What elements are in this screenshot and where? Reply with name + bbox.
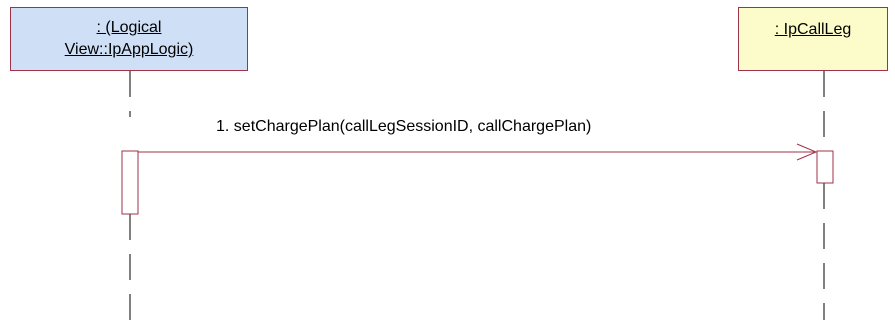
lifeline-app-logic-header: : (Logical View::IpAppLogic) xyxy=(10,7,248,71)
lifeline-call-leg-header: : IpCallLeg xyxy=(738,7,888,71)
activation-app-logic xyxy=(121,150,139,215)
lifeline-app-logic-label-line2: View::IpAppLogic) xyxy=(64,41,194,58)
message-label: 1. setChargePlan(callLegSessionID, callC… xyxy=(216,118,592,135)
lifeline-app-logic-label-line1: : (Logical xyxy=(96,19,162,36)
activation-call-leg xyxy=(816,150,834,184)
lifeline-call-leg-label: : IpCallLeg xyxy=(774,21,852,38)
